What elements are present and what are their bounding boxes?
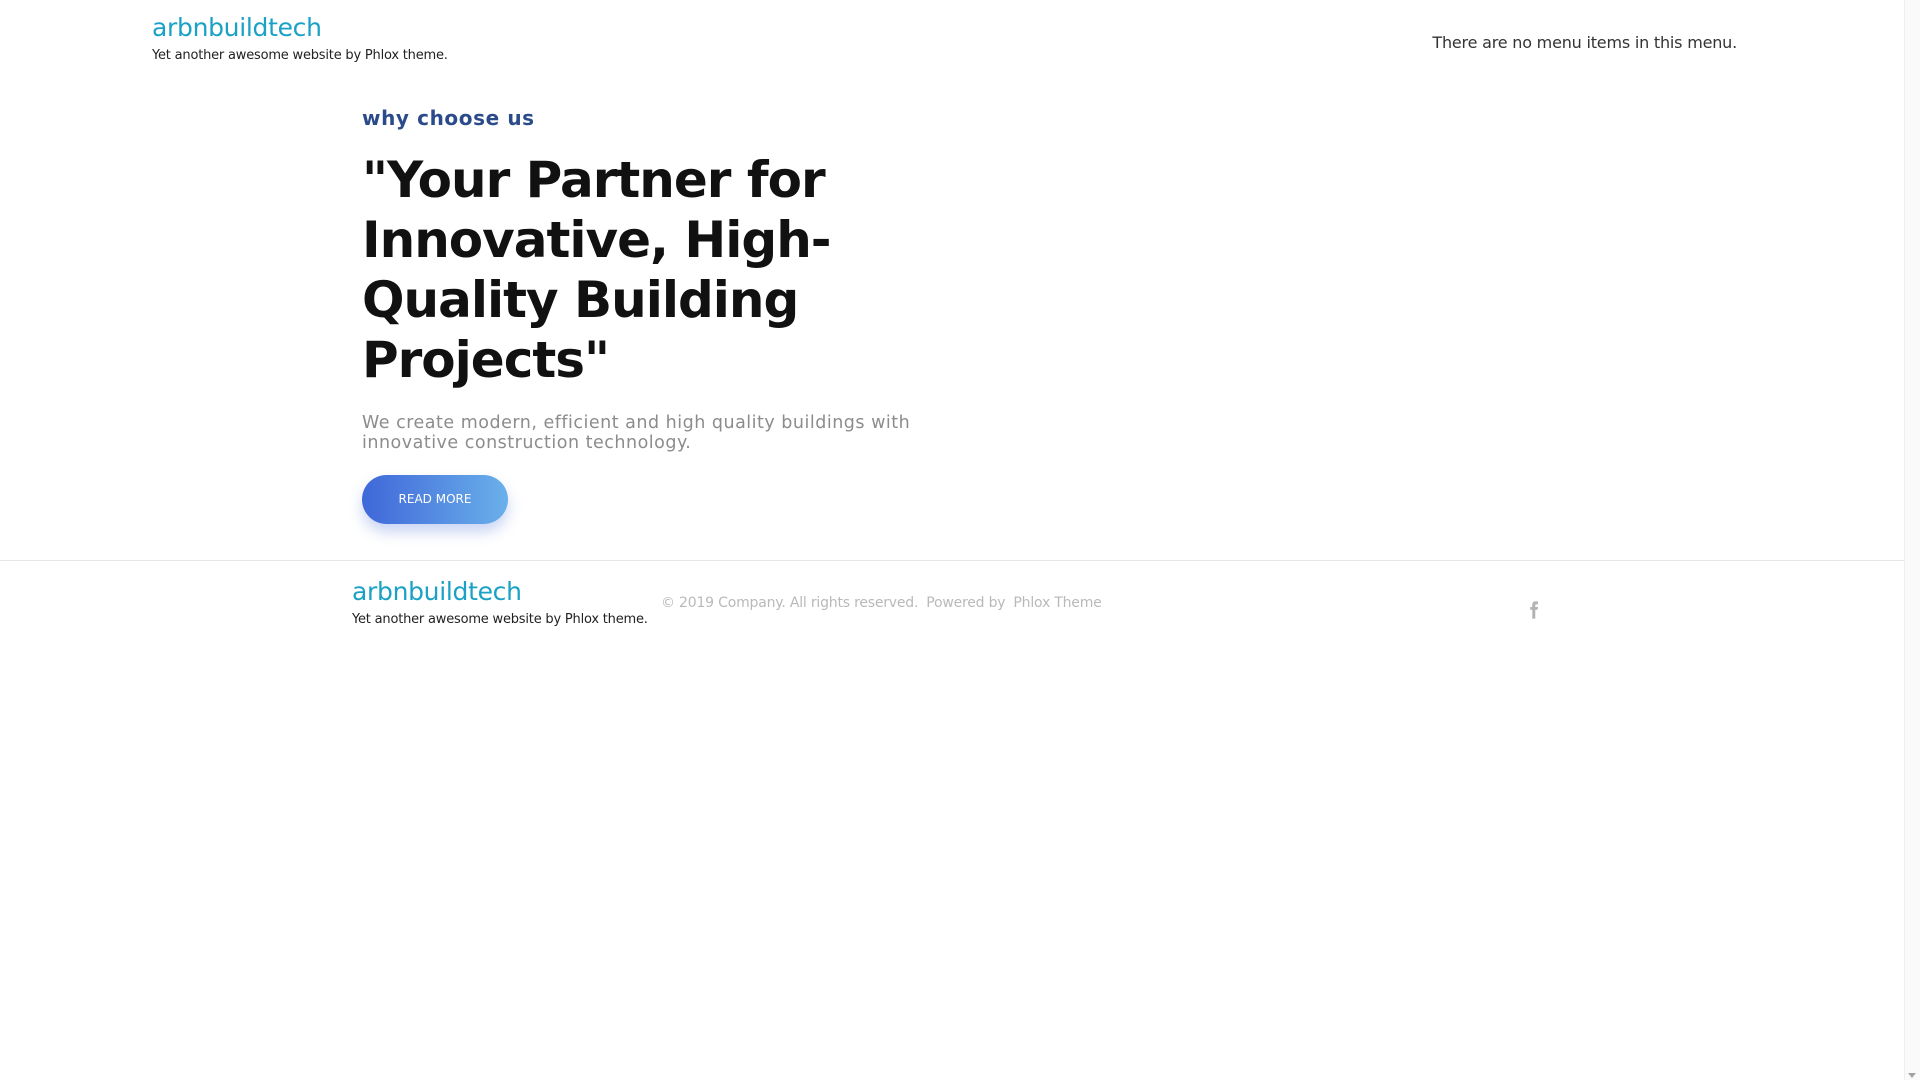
phlox-theme-link[interactable]: Phlox Theme	[1013, 595, 1101, 611]
footer-copyright: © 2019 Company. All rights reserved. Powe…	[661, 595, 1102, 611]
site-header: arbnbuildtech Yet another awesome websit…	[0, 0, 1905, 90]
site-footer: arbnbuildtech Yet another awesome websit…	[0, 560, 1905, 661]
scroll-down-arrow-icon[interactable]	[1908, 1073, 1916, 1078]
copyright-text: © 2019 Company. All rights reserved.	[661, 595, 919, 611]
vertical-scrollbar[interactable]	[1904, 0, 1920, 1080]
hero-title: "Your Partner for Innovative, High-Quali…	[362, 151, 832, 389]
footer-site-tagline: Yet another awesome website by Phlox the…	[352, 612, 648, 627]
header-brand: arbnbuildtech Yet another awesome websit…	[152, 10, 448, 66]
facebook-icon[interactable]	[1527, 601, 1541, 619]
footer-brand: arbnbuildtech Yet another awesome websit…	[352, 574, 648, 630]
powered-by-text: Powered by	[926, 595, 1006, 611]
footer-site-title-link[interactable]: arbnbuildtech	[352, 574, 648, 610]
site-title-link[interactable]: arbnbuildtech	[152, 10, 448, 46]
read-more-button[interactable]: READ MORE	[362, 475, 508, 524]
hero-section: why choose us "Your Partner for Innovati…	[362, 104, 962, 524]
hero-description: We create modern, efficient and high qua…	[362, 413, 911, 453]
site-tagline: Yet another awesome website by Phlox the…	[152, 48, 448, 63]
menu-empty-note: There are no menu items in this menu.	[1432, 33, 1737, 52]
page: arbnbuildtech Yet another awesome websit…	[0, 0, 1920, 1080]
hero-eyebrow: why choose us	[362, 106, 535, 130]
